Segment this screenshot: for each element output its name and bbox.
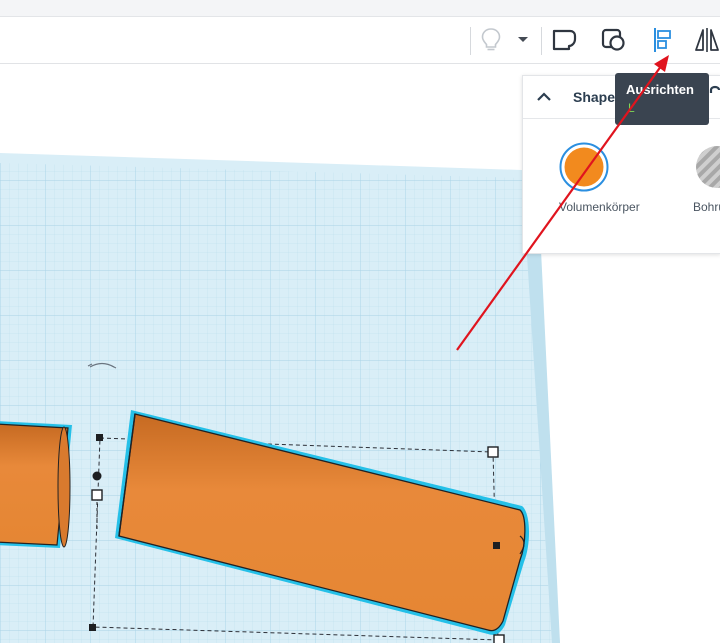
resize-handle[interactable] bbox=[493, 634, 505, 643]
height-handle[interactable] bbox=[91, 489, 103, 501]
hole-option-label[interactable]: Bohrung bbox=[693, 200, 720, 214]
toolbar-dropdown-button[interactable] bbox=[508, 21, 538, 59]
group-shape-icon bbox=[552, 29, 577, 51]
lightbulb-button[interactable] bbox=[473, 21, 509, 59]
ungroup-shape-icon bbox=[601, 28, 625, 51]
solid-swatch-icon bbox=[559, 142, 609, 192]
mirror-button[interactable] bbox=[693, 21, 720, 59]
ungroup-button[interactable] bbox=[596, 21, 632, 59]
solid-option-label[interactable]: Volumenkörper bbox=[559, 200, 640, 214]
lightbulb-icon bbox=[481, 28, 501, 51]
align-button[interactable] bbox=[645, 21, 681, 59]
chevron-up-icon[interactable] bbox=[535, 88, 553, 106]
cylinder-left[interactable] bbox=[0, 421, 72, 548]
group-button[interactable] bbox=[546, 21, 582, 59]
toolbar-separator bbox=[541, 27, 542, 55]
resize-handle[interactable] bbox=[89, 624, 96, 631]
resize-handle[interactable] bbox=[493, 542, 500, 549]
tooltip-label: Ausrichten bbox=[626, 82, 694, 97]
resize-handle[interactable] bbox=[96, 434, 103, 441]
align-icon bbox=[654, 28, 671, 52]
toolbar-separator bbox=[470, 27, 471, 55]
dropdown-arrow-icon bbox=[518, 37, 528, 42]
align-tooltip: Ausrichten L bbox=[615, 73, 709, 125]
solid-option[interactable] bbox=[559, 142, 609, 192]
lift-handle[interactable] bbox=[92, 471, 102, 481]
lock-icon[interactable] bbox=[708, 84, 720, 104]
toolbar bbox=[0, 17, 720, 64]
window-top-strip bbox=[0, 0, 720, 17]
hole-option[interactable] bbox=[694, 144, 720, 190]
resize-handle[interactable] bbox=[487, 446, 499, 458]
tooltip-shortcut: L bbox=[628, 101, 635, 115]
mirror-icon bbox=[695, 28, 719, 52]
hole-swatch-icon bbox=[696, 146, 720, 188]
